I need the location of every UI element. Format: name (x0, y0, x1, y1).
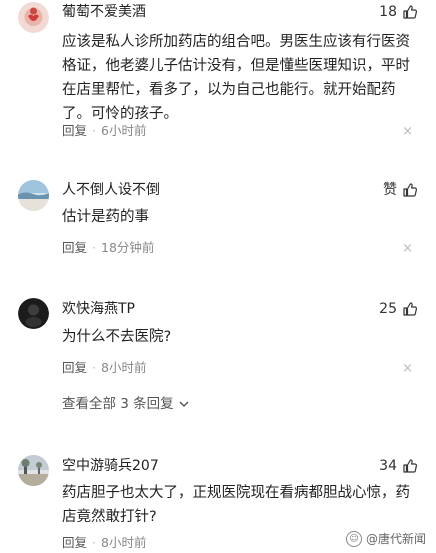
chevron-down-icon (179, 401, 189, 407)
timestamp: 18分钟前 (101, 240, 155, 255)
username[interactable]: 空中游骑兵207 (62, 457, 159, 475)
close-icon[interactable]: × (402, 361, 413, 377)
reply-button[interactable]: 回复 (62, 240, 87, 256)
avatar[interactable] (18, 180, 49, 211)
separator: · (92, 240, 96, 255)
comment-text: 药店胆子也太大了，正规医院现在看病都胆战心惊，药店竟然敢打针? (62, 485, 410, 525)
username[interactable]: 欢快海燕TP (62, 300, 135, 318)
comment-meta: 回复 · 8小时前 (62, 360, 146, 376)
thumbs-up-icon (403, 459, 418, 473)
like-count: 赞 (383, 182, 397, 198)
timestamp: 8小时前 (101, 535, 147, 550)
timestamp: 6小时前 (101, 123, 147, 138)
watermark-text: @唐代新闻 (365, 532, 426, 546)
separator: · (92, 535, 96, 550)
view-all-replies-button[interactable]: 查看全部 3 条回复 (62, 395, 190, 413)
thumbs-up-icon (403, 183, 418, 197)
like-count: 34 (379, 458, 397, 474)
view-all-replies-label: 查看全部 3 条回复 (62, 396, 174, 412)
reply-button[interactable]: 回复 (62, 123, 87, 139)
watermark-icon: ☺ (345, 530, 362, 547)
reply-button[interactable]: 回复 (62, 535, 87, 551)
like-count: 18 (379, 4, 397, 20)
comment-text: 应该是私人诊所加药店的组合吧。男医生应该有行医资格证，他老婆儿子估计没有，但是懂… (62, 34, 410, 122)
comment-text: 为什么不去医院? (62, 329, 172, 345)
avatar[interactable] (18, 455, 49, 486)
separator: · (92, 123, 96, 138)
close-icon[interactable]: × (402, 124, 413, 140)
username[interactable]: 葡萄不爱美酒 (62, 3, 146, 21)
comment-meta: 回复 · 8小时前 (62, 535, 146, 551)
comment-text: 估计是药的事 (62, 209, 149, 225)
like-button[interactable]: 25 (379, 300, 418, 318)
comment-meta: 回复 · 18分钟前 (62, 240, 154, 256)
like-button[interactable]: 18 (379, 3, 418, 21)
like-button[interactable]: 赞 (383, 181, 418, 199)
thumbs-up-icon (403, 5, 418, 19)
close-icon[interactable]: × (402, 241, 413, 257)
comment-meta: 回复 · 6小时前 (62, 123, 146, 139)
reply-button[interactable]: 回复 (62, 360, 87, 376)
watermark: ☺ @唐代新闻 (341, 528, 430, 549)
username[interactable]: 人不倒人设不倒 (62, 181, 160, 199)
like-button[interactable]: 34 (379, 457, 418, 475)
like-count: 25 (379, 301, 397, 317)
avatar[interactable] (18, 2, 49, 33)
avatar[interactable] (18, 298, 49, 329)
thumbs-up-icon (403, 302, 418, 316)
timestamp: 8小时前 (101, 360, 147, 375)
separator: · (92, 360, 96, 375)
